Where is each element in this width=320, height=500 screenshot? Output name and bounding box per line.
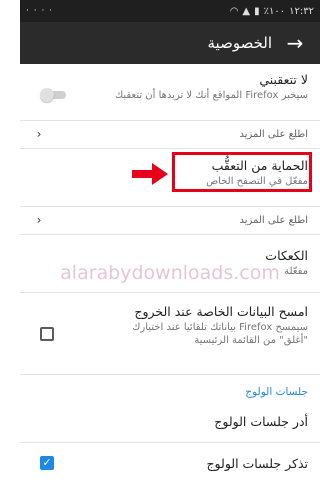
clear-on-exit-checkbox[interactable]	[40, 327, 54, 341]
remember-logins-title: تذكر جلسات الولوج	[206, 456, 308, 471]
clear-on-exit-subtitle-2: "أغلق" من القائمة الرئيسية	[194, 335, 308, 346]
battery-level: ١٠٠٪	[263, 5, 286, 17]
do-not-track-subtitle: سيخبر Firefox المواقع أنك لا تريدها أن ت…	[114, 90, 308, 101]
app-bar: → الخصوصية	[20, 22, 320, 64]
status-bar-left: ١٢:٣٢ ١٠٠٪ ▮ ▲ ◠	[230, 6, 314, 17]
remember-logins-setting[interactable]: تذكر جلسات الولوج	[20, 456, 320, 471]
divider	[20, 148, 320, 149]
clock: ١٢:٣٢	[289, 5, 314, 17]
chevron-left-icon: ‹	[36, 127, 42, 141]
manage-logins-title: أدر جلسات الولوج	[214, 414, 308, 429]
learn-more-row-2[interactable]: اطلع على المزيد ‹	[20, 208, 320, 232]
logins-section-header: جلسات الولوج	[245, 386, 308, 398]
cookies-title: الكعكات	[265, 248, 308, 263]
status-bar: ١٢:٣٢ ١٠٠٪ ▮ ▲ ◠ · · · ·	[20, 0, 320, 22]
divider	[20, 120, 320, 121]
chevron-left-icon: ‹	[36, 213, 42, 227]
wifi-icon: ◠	[229, 5, 239, 17]
divider	[20, 206, 320, 207]
learn-more-label-2: اطلع على المزيد	[239, 214, 309, 226]
battery-icon: ▮	[254, 5, 260, 17]
do-not-track-title: لا تتعقبني	[259, 72, 308, 87]
divider	[20, 374, 320, 375]
clear-on-exit-subtitle-1: سيمسح Firefox بياناتك تلقائيا عند اختيار…	[132, 322, 308, 333]
divider	[20, 234, 320, 235]
logins-section: جلسات الولوج	[20, 386, 320, 398]
remember-logins-checkbox[interactable]: ✓	[40, 456, 54, 470]
page-title: الخصوصية	[207, 34, 272, 52]
settings-list: لا تتعقبني سيخبر Firefox المواقع أنك لا …	[20, 64, 320, 500]
learn-more-label-1: اطلع على المزيد	[239, 128, 309, 140]
back-arrow-icon[interactable]: →	[282, 33, 308, 53]
manage-logins-setting[interactable]: أدر جلسات الولوج	[20, 414, 320, 429]
divider	[20, 292, 320, 293]
divider	[20, 442, 320, 443]
notification-dots: · · · ·	[26, 6, 54, 16]
do-not-track-toggle[interactable]	[40, 88, 68, 102]
learn-more-row-1[interactable]: اطلع على المزيد ‹	[20, 122, 320, 146]
signal-icon: ▲	[242, 5, 251, 17]
highlight-annotation-box	[172, 152, 312, 192]
toggle-thumb	[40, 88, 54, 102]
red-arrow-icon	[132, 163, 168, 185]
clear-on-exit-setting[interactable]: امسح البيانات الخاصة عند الخروج سيمسح Fi…	[20, 304, 320, 346]
clear-on-exit-title: امسح البيانات الخاصة عند الخروج	[134, 304, 308, 319]
watermark-text: alarabydownloads.com	[60, 262, 280, 284]
